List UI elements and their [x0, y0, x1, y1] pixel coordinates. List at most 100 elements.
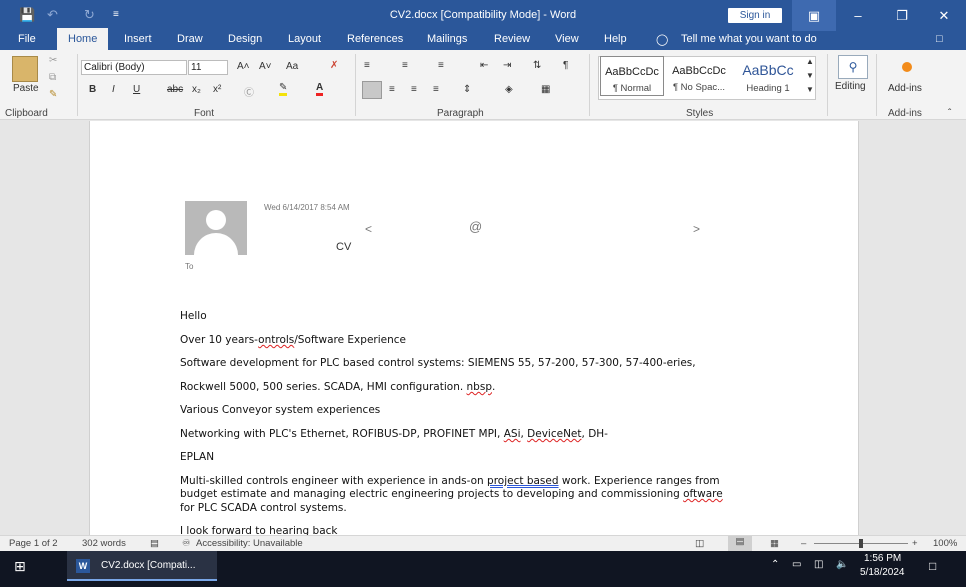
- styles-more-icon[interactable]: ▼: [806, 85, 814, 94]
- bullets-icon[interactable]: ≡: [364, 60, 370, 71]
- proofing-icon[interactable]: ▤: [150, 538, 159, 549]
- text-run: Multi-skilled controls engineer with exp…: [180, 475, 488, 487]
- font-size-combo[interactable]: 11: [188, 60, 228, 75]
- email-gt: >: [693, 222, 701, 236]
- highlight-icon[interactable]: ✎: [279, 82, 288, 96]
- clock-time[interactable]: 1:56 PM: [864, 553, 901, 564]
- print-layout-icon[interactable]: ▤: [728, 536, 752, 551]
- style-heading-1[interactable]: AaBbCc Heading 1: [734, 56, 802, 96]
- copy-icon[interactable]: ⧉: [49, 72, 56, 83]
- zoom-out-icon[interactable]: –: [801, 538, 806, 549]
- word-icon: W: [76, 559, 90, 573]
- show-hidden-icons[interactable]: ⌃: [771, 559, 779, 570]
- tab-view[interactable]: View: [555, 33, 579, 45]
- comments-icon[interactable]: □: [936, 33, 943, 45]
- volume-icon[interactable]: 🔈: [836, 559, 848, 570]
- tab-draw[interactable]: Draw: [177, 33, 203, 45]
- tab-insert[interactable]: Insert: [124, 33, 152, 45]
- tab-home[interactable]: Home: [57, 28, 109, 50]
- tab-help[interactable]: Help: [604, 33, 627, 45]
- ribbon-home: Paste ✂ ⧉ ✎ Clipboard Calibri (Body) 11 …: [0, 50, 966, 120]
- tab-layout[interactable]: Layout: [288, 33, 321, 45]
- zoom-slider-thumb[interactable]: [859, 539, 863, 548]
- superscript-button[interactable]: x²: [213, 84, 221, 95]
- addins-button[interactable]: Add-ins: [888, 83, 922, 94]
- style-no-spacing-name: ¶ No Spac...: [672, 82, 726, 93]
- battery-icon[interactable]: ▭: [792, 559, 801, 570]
- accessibility-status[interactable]: Accessibility: Unavailable: [196, 538, 303, 549]
- page-count[interactable]: Page 1 of 2: [9, 538, 58, 549]
- grow-font-button[interactable]: A˄: [237, 61, 250, 72]
- justify-icon[interactable]: ≡: [433, 84, 439, 95]
- strikethrough-button[interactable]: abc: [167, 84, 183, 95]
- para-eplan: EPLAN: [180, 451, 215, 463]
- spelling-error[interactable]: ontrols: [258, 334, 294, 346]
- align-right-icon[interactable]: ≡: [411, 84, 417, 95]
- decrease-indent-icon[interactable]: ⇤: [480, 60, 488, 71]
- tab-design[interactable]: Design: [228, 33, 262, 45]
- align-center-icon[interactable]: ≡: [389, 84, 395, 95]
- word-count[interactable]: 302 words: [82, 538, 126, 549]
- para-hello: Hello: [180, 310, 207, 322]
- paste-icon[interactable]: [12, 56, 38, 82]
- minimize-button[interactable]: –: [836, 0, 880, 31]
- numbering-icon[interactable]: ≡: [402, 60, 408, 71]
- spelling-error[interactable]: oftware: [683, 488, 723, 500]
- tell-me-search[interactable]: Tell me what you want to do: [681, 33, 817, 45]
- separator: [827, 54, 828, 116]
- restore-button[interactable]: ❐: [880, 0, 924, 31]
- styles-scroll-down-icon[interactable]: ▼: [806, 71, 814, 80]
- increase-indent-icon[interactable]: ⇥: [503, 60, 511, 71]
- style-normal[interactable]: AaBbCcDc ¶ Normal: [600, 56, 664, 96]
- grammar-suggestion[interactable]: project based: [487, 475, 558, 487]
- zoom-level[interactable]: 100%: [933, 538, 957, 549]
- style-no-spacing[interactable]: AaBbCcDc ¶ No Spac...: [667, 56, 731, 96]
- clock-date[interactable]: 5/18/2024: [860, 567, 905, 578]
- font-name-combo[interactable]: Calibri (Body): [81, 60, 187, 75]
- web-layout-icon[interactable]: ▦: [770, 538, 779, 549]
- ribbon-display-options-icon[interactable]: ▣: [792, 0, 836, 31]
- network-icon[interactable]: ◫: [814, 559, 823, 570]
- paste-button[interactable]: Paste: [13, 83, 39, 94]
- notifications-icon[interactable]: □: [929, 559, 936, 573]
- spelling-error[interactable]: ASi: [504, 428, 521, 440]
- addins-icon[interactable]: [902, 62, 912, 72]
- document-area[interactable]: Wed 6/14/2017 8:54 AM < @ > CV To Hello …: [0, 121, 966, 535]
- shading-icon[interactable]: ◈: [505, 84, 513, 95]
- editing-button[interactable]: Editing: [835, 81, 866, 92]
- multilevel-list-icon[interactable]: ≡: [438, 60, 444, 71]
- bold-button[interactable]: B: [89, 84, 96, 95]
- line-spacing-icon[interactable]: ⇕: [463, 84, 471, 95]
- tab-mailings[interactable]: Mailings: [427, 33, 467, 45]
- font-color-button[interactable]: A: [316, 82, 324, 96]
- styles-scroll-up-icon[interactable]: ▲: [806, 57, 814, 66]
- underline-button[interactable]: U: [133, 84, 140, 95]
- find-icon[interactable]: ⚲: [838, 55, 868, 79]
- subscript-button[interactable]: x₂: [192, 84, 201, 95]
- tab-review[interactable]: Review: [494, 33, 530, 45]
- sort-icon[interactable]: ⇅: [533, 60, 541, 71]
- sign-in-button[interactable]: Sign in: [728, 8, 782, 23]
- italic-button[interactable]: I: [112, 84, 115, 95]
- change-case-button[interactable]: Aa: [286, 61, 298, 72]
- collapse-ribbon-icon[interactable]: ˆ: [948, 108, 951, 119]
- align-left-icon[interactable]: [362, 81, 382, 99]
- cut-icon[interactable]: ✂: [49, 55, 57, 66]
- spelling-error[interactable]: nbsp: [467, 381, 492, 393]
- shrink-font-button[interactable]: A˅: [259, 61, 272, 72]
- spelling-error[interactable]: DeviceNet: [527, 428, 581, 440]
- close-button[interactable]: ✕: [922, 0, 966, 31]
- tab-references[interactable]: References: [347, 33, 403, 45]
- zoom-in-icon[interactable]: +: [912, 538, 918, 549]
- windows-start-icon[interactable]: ⊞: [14, 558, 26, 575]
- format-painter-icon[interactable]: ✎: [49, 89, 57, 100]
- text-run: Networking with PLC's Ethernet, ROFIBUS-…: [180, 428, 504, 440]
- borders-icon[interactable]: ▦: [541, 84, 550, 95]
- taskbar-word-app[interactable]: W CV2.docx [Compati...: [67, 551, 217, 581]
- tab-file[interactable]: File: [18, 33, 36, 45]
- read-mode-icon[interactable]: ◫: [695, 538, 704, 549]
- show-formatting-button[interactable]: ¶: [563, 60, 568, 71]
- document-page[interactable]: Wed 6/14/2017 8:54 AM < @ > CV To Hello …: [89, 121, 859, 535]
- clear-formatting-icon[interactable]: ✗: [330, 60, 338, 71]
- text-effects-icon[interactable]: Ⓒ: [244, 84, 254, 99]
